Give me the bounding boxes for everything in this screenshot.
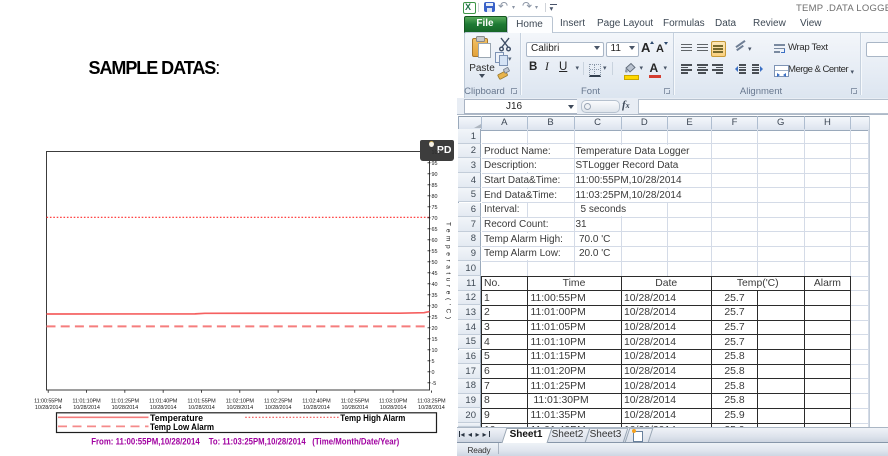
svg-text:25: 25 xyxy=(432,315,438,321)
svg-text:70: 70 xyxy=(432,216,438,222)
svg-text:11:03:10PM: 11:03:10PM xyxy=(379,399,408,405)
svg-text:65: 65 xyxy=(432,227,438,233)
svg-text:5: 5 xyxy=(432,359,435,365)
svg-text:To: 11:03:25PM,10/28/2014: To: 11:03:25PM,10/28/2014 xyxy=(209,437,307,447)
svg-text:45: 45 xyxy=(432,271,438,277)
svg-text:95: 95 xyxy=(432,161,438,167)
svg-text:10/28/2014: 10/28/2014 xyxy=(35,405,62,411)
svg-text:11:03:25PM: 11:03:25PM xyxy=(417,399,446,405)
svg-text:55: 55 xyxy=(432,249,438,255)
svg-text:50: 50 xyxy=(432,260,438,266)
svg-text:Temp Low Alarm: Temp Low Alarm xyxy=(150,422,214,433)
svg-text:-5: -5 xyxy=(432,381,437,387)
svg-text:10/28/2014: 10/28/2014 xyxy=(188,405,215,411)
svg-text:90: 90 xyxy=(432,172,438,178)
svg-text:11:02:25PM: 11:02:25PM xyxy=(264,399,293,405)
svg-text:11:01:10PM: 11:01:10PM xyxy=(72,399,101,405)
svg-text:11:02:40PM: 11:02:40PM xyxy=(302,399,331,405)
svg-text:10/28/2014: 10/28/2014 xyxy=(150,405,177,411)
svg-text:11:01:40PM: 11:01:40PM xyxy=(149,399,178,405)
svg-text:10/28/2014: 10/28/2014 xyxy=(341,405,368,411)
svg-text:(Time/Month/Date/Year): (Time/Month/Date/Year) xyxy=(312,437,399,447)
svg-text:Temperature('C): Temperature('C) xyxy=(445,222,452,319)
svg-text:10/28/2014: 10/28/2014 xyxy=(418,405,445,411)
svg-text:11:02:55PM: 11:02:55PM xyxy=(341,399,370,405)
svg-text:10/28/2014: 10/28/2014 xyxy=(227,405,254,411)
svg-text:11:00:55PM: 11:00:55PM xyxy=(34,399,63,405)
svg-text:85: 85 xyxy=(432,183,438,189)
svg-text:20: 20 xyxy=(432,326,438,332)
svg-text:Temp High Alarm: Temp High Alarm xyxy=(340,413,405,424)
svg-text:75: 75 xyxy=(432,205,438,211)
svg-text:60: 60 xyxy=(432,238,438,244)
svg-text:11:01:25PM: 11:01:25PM xyxy=(111,399,140,405)
svg-text:10/28/2014: 10/28/2014 xyxy=(380,405,407,411)
svg-text:From: 11:00:55PM,10/28/2014: From: 11:00:55PM,10/28/2014 xyxy=(91,437,200,447)
svg-text:35: 35 xyxy=(432,293,438,299)
svg-text:10: 10 xyxy=(432,348,438,354)
svg-text:30: 30 xyxy=(432,304,438,310)
svg-text:80: 80 xyxy=(432,194,438,200)
svg-text:10/28/2014: 10/28/2014 xyxy=(303,405,330,411)
svg-text:15: 15 xyxy=(432,337,438,343)
svg-text:10/28/2014: 10/28/2014 xyxy=(73,405,100,411)
svg-text:0: 0 xyxy=(432,370,435,376)
svg-text:10/28/2014: 10/28/2014 xyxy=(265,405,292,411)
svg-text:11:01:55PM: 11:01:55PM xyxy=(187,399,216,405)
svg-text:11:02:10PM: 11:02:10PM xyxy=(226,399,255,405)
svg-text:40: 40 xyxy=(432,282,438,288)
svg-text:10/28/2014: 10/28/2014 xyxy=(112,405,139,411)
